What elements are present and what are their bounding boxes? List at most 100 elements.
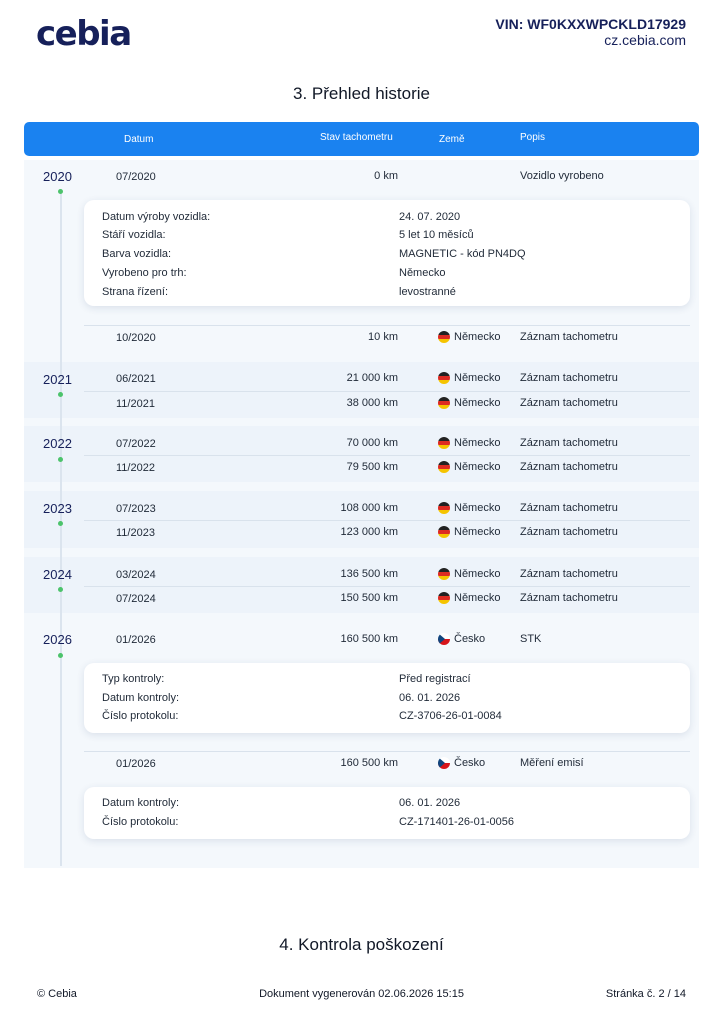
czech-flag-icon — [438, 757, 450, 769]
detail-value: levostranné — [399, 286, 456, 298]
country-name: Německo — [454, 568, 501, 580]
row-date: 01/2026 — [116, 758, 156, 770]
country-name: Německo — [454, 397, 501, 409]
row-odometer: 160 500 km — [340, 757, 398, 769]
production-detail-card: Datum výroby vozidla: 24. 07. 2020 Stáří… — [84, 200, 690, 306]
row-odometer: 150 500 km — [340, 592, 398, 604]
row-odometer: 21 000 km — [346, 372, 398, 384]
detail-row: Číslo protokolu: CZ-171401-26-01-0056 — [102, 816, 672, 832]
detail-value: 5 let 10 měsíců — [399, 229, 474, 241]
country-name: Německo — [454, 372, 501, 384]
detail-value: MAGNETIC - kód PN4DQ — [399, 248, 526, 260]
detail-label: Datum výroby vozidla: — [102, 211, 211, 223]
detail-row: Stáří vozidla: 5 let 10 měsíců — [102, 229, 672, 245]
history-row: 11/2022 79 500 km Německo Záznam tachome… — [84, 455, 690, 479]
detail-value: Německo — [399, 267, 446, 279]
timeline-dot — [58, 457, 63, 462]
row-date: 11/2021 — [116, 398, 155, 410]
row-date: 06/2021 — [116, 373, 156, 385]
germany-flag-icon — [438, 592, 450, 604]
row-description: STK — [520, 633, 542, 645]
country-name: Německo — [454, 592, 501, 604]
history-row: 07/2024 150 500 km Německo Záznam tachom… — [84, 586, 690, 610]
germany-flag-icon — [438, 397, 450, 409]
row-description: Záznam tachometru — [520, 526, 618, 538]
detail-row: Barva vozidla: MAGNETIC - kód PN4DQ — [102, 248, 672, 264]
history-row: 06/2021 21 000 km Německo Záznam tachome… — [84, 366, 690, 390]
row-description: Záznam tachometru — [520, 437, 618, 449]
history-row: 10/2020 10 km Německo Záznam tachometru — [84, 325, 690, 349]
detail-label: Typ kontroly: — [102, 673, 165, 685]
section-title-damage: 4. Kontrola poškození — [279, 935, 444, 954]
detail-value: 06. 01. 2026 — [399, 692, 461, 704]
timeline-line — [60, 192, 62, 866]
site-url: cz.cebia.com — [604, 32, 686, 48]
germany-flag-icon — [438, 526, 450, 538]
year-label: 2023 — [43, 501, 72, 516]
row-odometer: 0 km — [374, 170, 398, 182]
germany-flag-icon — [438, 461, 450, 473]
row-country: Německo — [438, 437, 500, 449]
row-country: Česko — [438, 757, 485, 769]
history-row: 11/2021 38 000 km Německo Záznam tachome… — [84, 391, 690, 415]
header-country: Země — [439, 134, 465, 145]
row-odometer: 136 500 km — [340, 568, 398, 580]
row-date: 03/2024 — [116, 569, 156, 581]
table-header: Datum Stav tachometru Země Popis — [24, 122, 699, 156]
header-odometer: Stav tachometru — [320, 132, 393, 143]
row-country: Německo — [438, 397, 500, 409]
country-name: Česko — [454, 633, 486, 645]
timeline-dot — [58, 653, 63, 658]
row-date: 11/2022 — [116, 462, 155, 474]
detail-value: 06. 01. 2026 — [399, 797, 461, 809]
detail-row: Datum kontroly: 06. 01. 2026 — [102, 797, 672, 813]
row-country: Německo — [438, 526, 500, 538]
year-label: 2020 — [43, 169, 72, 184]
row-description: Záznam tachometru — [520, 331, 618, 343]
detail-row: Vyrobeno pro trh: Německo — [102, 267, 672, 283]
country-name: Německo — [454, 437, 501, 449]
cebia-logo: cebia — [36, 14, 132, 54]
year-label: 2021 — [43, 372, 72, 387]
timeline-dot — [58, 587, 63, 592]
history-row: 07/2022 70 000 km Německo Záznam tachome… — [84, 431, 690, 455]
row-date: 07/2020 — [116, 171, 156, 183]
germany-flag-icon — [438, 372, 450, 384]
detail-label: Číslo protokolu: — [102, 816, 179, 828]
row-country: Německo — [438, 461, 500, 473]
row-description: Záznam tachometru — [520, 397, 618, 409]
detail-row: Číslo protokolu: CZ-3706-26-01-0084 — [102, 710, 672, 726]
stk-detail-card: Typ kontroly: Před registrací Datum kont… — [84, 663, 690, 733]
country-name: Česko — [454, 757, 486, 769]
detail-row: Datum kontroly: 06. 01. 2026 — [102, 692, 672, 708]
detail-label: Datum kontroly: — [102, 797, 180, 809]
country-name: Německo — [454, 331, 501, 343]
header-date: Datum — [124, 134, 154, 145]
row-date: 01/2026 — [116, 634, 156, 646]
detail-value: 24. 07. 2020 — [399, 211, 461, 223]
footer-page-number: Stránka č. 2 / 14 — [605, 988, 686, 1000]
country-name: Německo — [454, 502, 501, 514]
detail-label: Číslo protokolu: — [102, 710, 179, 722]
row-country: Česko — [438, 633, 485, 645]
row-odometer: 38 000 km — [346, 397, 398, 409]
history-row: 01/2026 160 500 km Česko Měření emisí — [84, 751, 690, 775]
row-date: 07/2024 — [116, 593, 156, 605]
detail-row: Datum výroby vozidla: 24. 07. 2020 — [102, 211, 672, 227]
row-odometer: 108 000 km — [340, 502, 398, 514]
history-row: 11/2023 123 000 km Německo Záznam tachom… — [84, 520, 690, 544]
history-row: 07/2020 0 km Vozidlo vyrobeno — [84, 164, 690, 188]
detail-row: Strana řízení: levostranné — [102, 286, 672, 302]
history-row: 01/2026 160 500 km Česko STK — [84, 627, 690, 651]
vin-block: VIN: WF0KXXWPCKLD17929 cz.cebia.com — [495, 16, 686, 49]
germany-flag-icon — [438, 568, 450, 580]
header-description: Popis — [520, 132, 546, 143]
country-name: Německo — [454, 461, 501, 473]
row-country: Německo — [438, 331, 500, 343]
germany-flag-icon — [438, 331, 450, 343]
row-country: Německo — [438, 592, 500, 604]
timeline-dot — [58, 521, 63, 526]
section-title-history: 3. Přehled historie — [292, 84, 431, 103]
footer-copyright: © Cebia — [37, 988, 77, 1000]
row-description: Záznam tachometru — [520, 502, 618, 514]
